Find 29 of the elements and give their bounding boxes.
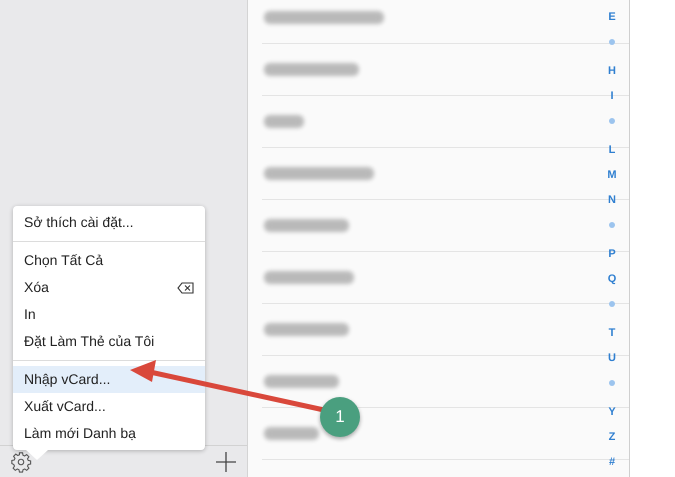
index-dot-icon <box>609 380 615 386</box>
add-icon[interactable] <box>215 450 237 472</box>
index-letter[interactable]: P <box>608 248 616 260</box>
blurred-name-drawing <box>264 115 304 128</box>
index-letter[interactable]: Y <box>608 406 616 418</box>
index-letter[interactable]: N <box>608 194 616 206</box>
index-letter[interactable]: U <box>608 352 616 364</box>
index-letter[interactable]: M <box>607 169 617 181</box>
menu-item[interactable]: Sở thích cài đặt... <box>24 209 134 236</box>
index-letter[interactable]: Q <box>608 273 616 285</box>
index-letter[interactable]: H <box>608 65 616 77</box>
menu-item[interactable]: Chọn Tất Cả <box>24 247 104 274</box>
index-letter[interactable]: # <box>608 456 616 468</box>
menu-item[interactable]: Đặt Làm Thẻ của Tôi <box>24 328 154 355</box>
index-letter[interactable]: E <box>608 11 616 23</box>
index-letter[interactable]: I <box>610 90 614 102</box>
menu-item[interactable]: Làm mới Danh bạ <box>24 420 136 447</box>
menu-item[interactable]: In <box>24 301 36 328</box>
index-dot-icon <box>609 301 615 307</box>
index-dot-icon <box>609 39 615 45</box>
index-dot-icon <box>609 222 615 228</box>
menu-item[interactable]: Xóa <box>24 274 49 301</box>
settings-icon[interactable] <box>10 450 32 472</box>
index-letter[interactable]: T <box>608 327 616 339</box>
index-dot-icon <box>609 118 615 124</box>
menu-item[interactable]: Xuất vCard... <box>24 393 106 420</box>
index-letter[interactable]: L <box>608 144 616 156</box>
blurred-name-drawing <box>264 427 319 440</box>
index-letter[interactable]: Z <box>608 431 616 443</box>
